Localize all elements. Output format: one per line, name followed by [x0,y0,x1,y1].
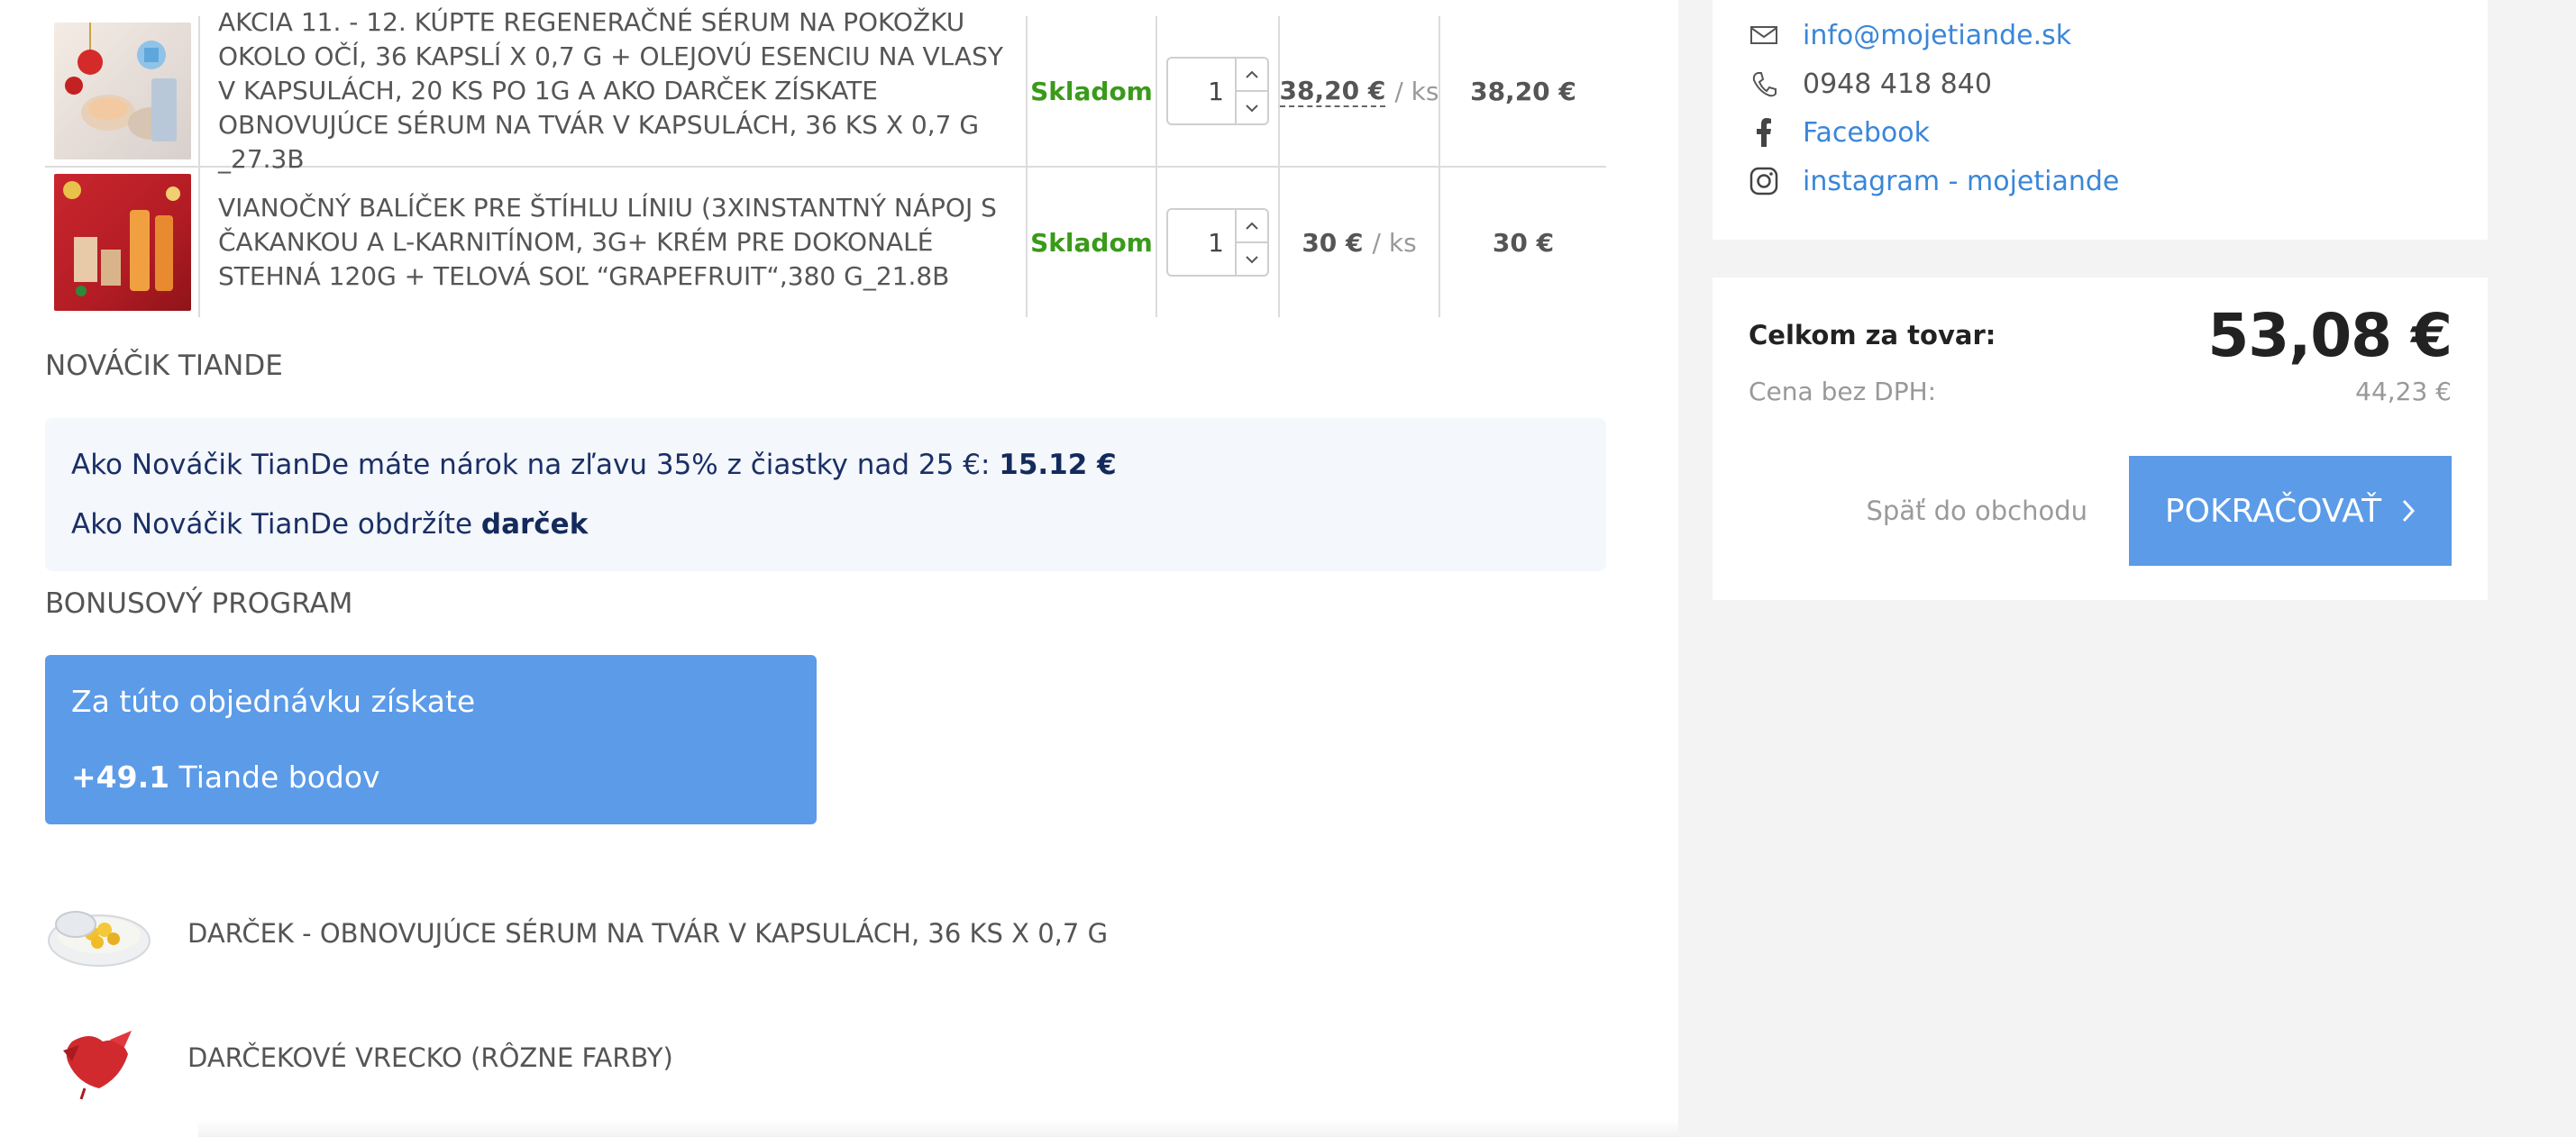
net-row: Cena bez DPH: 44,23 € [1749,377,2452,406]
bonus-points-label: Tiande bodov [169,760,380,795]
cart-table: AKCIA 11. - 12. KÚPTE REGENERAČNÉ SÉRUM … [45,7,1606,317]
quantity-spinner [1235,59,1267,123]
product-image-cell [45,16,200,166]
bonus-title: BONUSOVÝ PROGRAM [45,587,353,620]
per-unit-label: / ks [1372,227,1417,258]
gift-image [45,1014,153,1101]
gift-item: DARČEK - OBNOVUJÚCE SÉRUM NA TVÁR V KAPS… [45,890,1108,977]
quantity-cell: 1 [1157,16,1280,166]
contact-instagram: instagram - mojetiande [1749,157,2452,205]
phone-number[interactable]: 0948 418 840 [1803,68,1992,100]
total-value: 53,08 € [2207,300,2453,370]
back-to-shop-link[interactable]: Späť do obchodu [1866,496,2087,526]
product-image-cell [45,168,200,317]
stock-status: Skladom [1030,76,1153,106]
stock-cell: Skladom [1028,168,1157,317]
facebook-link[interactable]: Facebook [1803,117,1930,149]
instagram-icon [1749,166,1779,196]
gift-item: DARČEKOVÉ VRECKO (RÔZNE FARBY) [45,1014,673,1101]
facebook-icon [1749,117,1779,148]
table-row: VIANOČNÝ BALÍČEK PRE ŠTÍHLU LÍNIU (3XINS… [45,168,1606,317]
unit-price: 30 € [1302,227,1364,258]
line-total-cell: 30 € [1440,168,1606,317]
cart-main: AKCIA 11. - 12. KÚPTE REGENERAČNÉ SÉRUM … [0,0,2271,1137]
product-name[interactable]: VIANOČNÝ BALÍČEK PRE ŠTÍHLU LÍNIU (3XINS… [218,191,1009,294]
product-image[interactable] [54,174,191,311]
summary-actions: Späť do obchodu POKRAČOVAŤ [1866,456,2452,566]
line-total: 30 € [1492,227,1555,258]
gift-image [45,890,153,977]
chevron-up-icon [1246,222,1258,230]
contact-email: info@mojetiande.sk [1749,11,2452,59]
contact-phone: 0948 418 840 [1749,59,2452,108]
contact-card: info@mojetiande.sk 0948 418 840 Facebook… [1713,0,2488,240]
gift-label: DARČEKOVÉ VRECKO (RÔZNE FARBY) [187,1042,673,1073]
line-total-cell: 38,20 € [1440,16,1606,166]
bonus-box: Za túto objednávku získate +49.1 Tiande … [45,655,817,824]
novacik-gift-line: Ako Nováčik TianDe obdržíte darček [71,505,1580,544]
chevron-down-icon [1246,255,1258,263]
stock-status: Skladom [1030,227,1153,258]
unit-price-cell: 38,20 € / ks [1279,16,1440,166]
chevron-right-icon [2402,499,2416,523]
gift-label: DARČEK - OBNOVUJÚCE SÉRUM NA TVÁR V KAPS… [187,918,1109,949]
novacik-title: NOVÁČIK TIANDE [45,350,283,382]
continue-button[interactable]: POKRAČOVAŤ [2129,456,2452,566]
unit-price[interactable]: 38,20 € [1279,76,1386,107]
total-row: Celkom za tovar: 53,08 € [1749,301,2453,370]
continue-label: POKRAČOVAŤ [2164,492,2382,530]
email-link[interactable]: info@mojetiande.sk [1803,20,2071,51]
unit-price-cell: 30 € / ks [1280,168,1440,317]
total-label: Celkom za tovar: [1749,320,1996,350]
novacik-discount-line: Ako Nováčik TianDe máte nárok na zľavu 3… [71,445,1580,485]
stock-cell: Skladom [1028,16,1157,166]
mail-icon [1749,20,1779,50]
quantity-stepper[interactable]: 1 [1166,57,1269,125]
product-name-cell: AKCIA 11. - 12. KÚPTE REGENERAČNÉ SÉRUM … [200,7,1028,174]
quantity-increase-button[interactable] [1237,210,1267,241]
per-unit-label: / ks [1394,76,1439,106]
quantity-spinner [1235,210,1267,275]
quantity-input[interactable]: 1 [1168,59,1235,123]
chevron-up-icon [1246,70,1258,78]
product-image[interactable] [54,23,191,159]
novacik-discount-text: Ako Nováčik TianDe máte nárok na zľavu 3… [71,449,1000,481]
quantity-increase-button[interactable] [1237,59,1267,90]
quantity-stepper[interactable]: 1 [1166,208,1269,277]
quantity-decrease-button[interactable] [1237,90,1267,123]
net-label: Cena bez DPH: [1749,377,1937,406]
bonus-intro: Za túto objednávku získate [71,684,476,719]
net-value: 44,23 € [2355,377,2452,406]
novacik-discount-value: 15.12 € [999,449,1117,481]
product-name[interactable]: AKCIA 11. - 12. KÚPTE REGENERAČNÉ SÉRUM … [218,5,1009,177]
phone-icon [1749,68,1779,99]
quantity-cell: 1 [1157,168,1280,317]
line-total: 38,20 € [1470,76,1576,106]
novacik-gift-text: Ako Nováčik TianDe obdržíte [71,508,481,541]
product-name-cell: VIANOČNÝ BALÍČEK PRE ŠTÍHLU LÍNIU (3XINS… [200,168,1028,317]
contact-facebook: Facebook [1749,108,2452,157]
chevron-down-icon [1246,104,1258,112]
order-summary: Celkom za tovar: 53,08 € Cena bez DPH: 4… [1713,277,2488,600]
sidebar: info@mojetiande.sk 0948 418 840 Facebook… [1678,0,2576,1137]
bonus-points: +49.1 [71,760,170,795]
novacik-gift-value: darček [480,508,589,541]
bonus-points-line: +49.1 Tiande bodov [71,758,790,797]
quantity-decrease-button[interactable] [1237,241,1267,275]
table-row: AKCIA 11. - 12. KÚPTE REGENERAČNÉ SÉRUM … [45,7,1606,174]
quantity-input[interactable]: 1 [1168,210,1235,275]
instagram-link[interactable]: instagram - mojetiande [1803,166,2119,197]
novacik-info-box: Ako Nováčik TianDe máte nárok na zľavu 3… [45,418,1606,571]
